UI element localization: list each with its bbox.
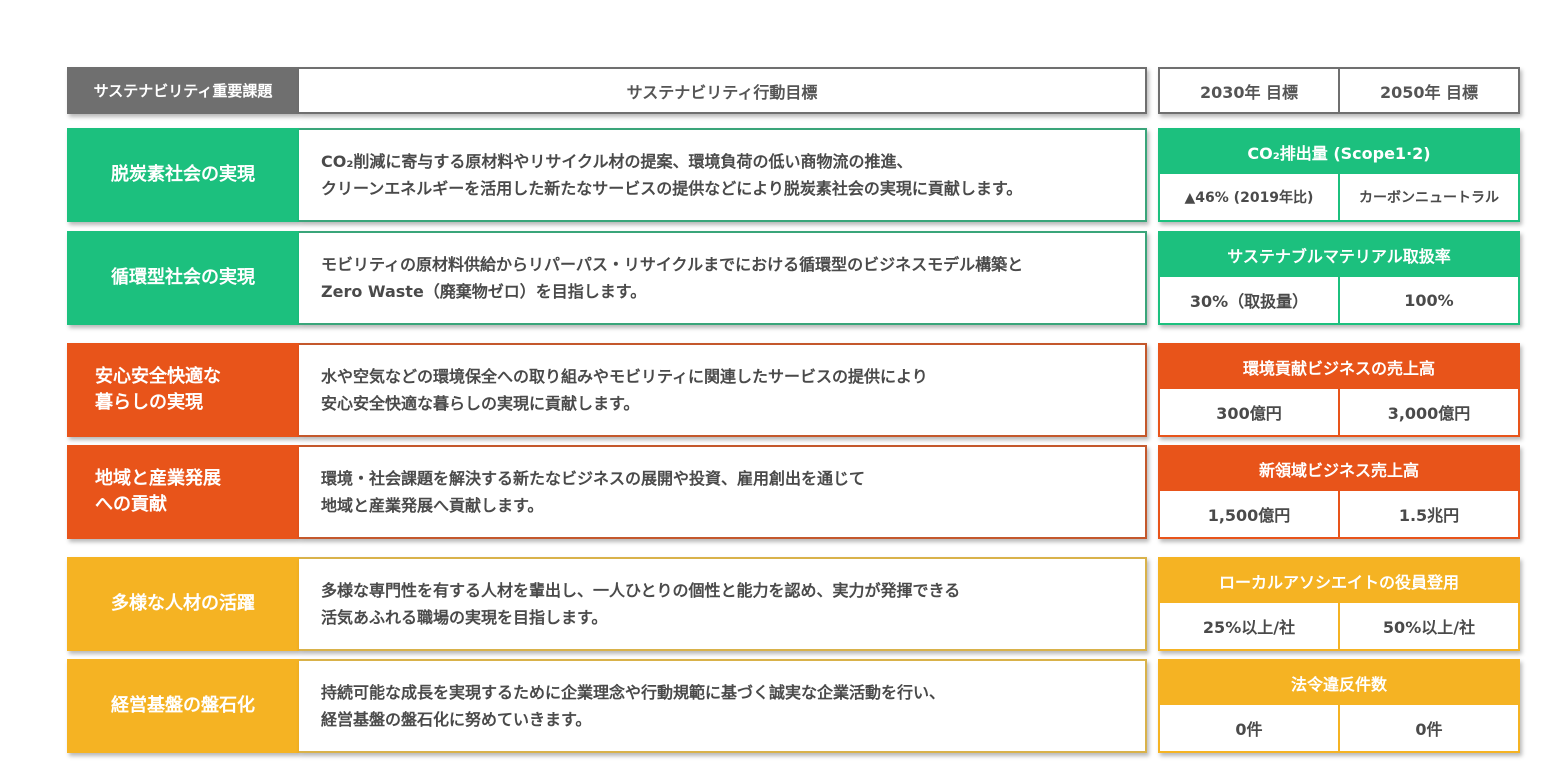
issue-label: 多様な人材の活躍 (67, 557, 299, 651)
header-target-2030: 2030年 目標 (1199, 82, 1299, 102)
description-line: 経営基盤の盤石化に努めていきます。 (321, 710, 592, 729)
issue-label: 安心安全快適な 暮らしの実現 (67, 343, 299, 437)
kpi-box: 環境貢献ビジネスの売上高 300億円 3,000億円 (1158, 343, 1520, 437)
kpi-box: サステナブルマテリアル取扱率 30%（取扱量） 100% (1158, 231, 1520, 325)
kpi-box: CO₂排出量 (Scope1·2) ▲46% (2019年比) カーボンニュートラル (1158, 128, 1520, 222)
action-description: 持続可能な成長を実現するために企業理念や行動規範に基づく誠実な企業活動を行い、経… (299, 659, 1147, 753)
kpi-values: 0件 0件 (1160, 705, 1518, 751)
description-line: 安心安全快適な暮らしの実現に貢献します。 (321, 394, 640, 413)
issue-label-line: 経営基盤の盤石化 (111, 695, 255, 716)
description-line: 持続可能な成長を実現するために企業理念や行動規範に基づく誠実な企業活動を行い、 (321, 683, 946, 702)
kpi-target-2050: 100% (1338, 277, 1518, 323)
issue-label-line: 循環型社会の実現 (111, 267, 255, 288)
kpi-target-2030: ▲46% (2019年比) (1184, 190, 1314, 206)
kpi-box: ローカルアソシエイトの役員登用 25%以上/社 50%以上/社 (1158, 557, 1520, 651)
description-line: 地域と産業発展へ貢献します。 (321, 496, 544, 515)
kpi-target-2050: 0件 (1338, 705, 1518, 751)
action-description: 環境・社会課題を解決する新たなビジネスの展開や投資、雇用創出を通じて 地域と産業発… (299, 445, 1147, 539)
kpi-values: 1,500億円 1.5兆円 (1160, 491, 1518, 537)
issue-label: 循環型社会の実現 (67, 231, 299, 325)
kpi-target-2030: 1,500億円 (1207, 506, 1291, 525)
issue-label-text: 地域と産業発展 への貢献 (95, 466, 221, 518)
description-line: 多様な専門性を有する人材を輩出し、一人ひとりの個性と能力を認め、実力が発揮できる (321, 581, 961, 600)
issue-label-line: への貢献 (95, 494, 167, 515)
issue-label-text: 経営基盤の盤石化 (111, 693, 255, 719)
kpi-title: ローカルアソシエイトの役員登用 (1160, 559, 1518, 603)
issue-label: 地域と産業発展 への貢献 (67, 445, 299, 539)
issue-label-text: 多様な人材の活躍 (111, 591, 255, 617)
issue-label: 脱炭素社会の実現 (67, 128, 299, 222)
issue-label-line: 安心安全快適な (95, 366, 221, 387)
description-line: CO₂削減に寄与する原材料やリサイクル材の提案、環境負荷の低い商物流の推進、 (321, 152, 913, 171)
description-line: Zero Waste（廃棄物ゼロ）を目指します。 (321, 282, 647, 301)
kpi-target-2030: 0件 (1235, 720, 1263, 739)
description-line: モビリティの原材料供給からリパーパス・リサイクルまでにおける循環型のビジネスモデ… (321, 255, 1024, 274)
kpi-values: 25%以上/社 50%以上/社 (1160, 603, 1518, 649)
issue-label-text: 脱炭素社会の実現 (111, 162, 255, 188)
action-description: CO₂削減に寄与する原材料やリサイクル材の提案、環境負荷の低い商物流の推進、クリ… (299, 128, 1147, 222)
action-description: モビリティの原材料供給からリパーパス・リサイクルまでにおける循環型のビジネスモデ… (299, 231, 1147, 325)
kpi-box: 新領域ビジネス売上高 1,500億円 1.5兆円 (1158, 445, 1520, 539)
action-description: 水や空気などの環境保全への取り組みやモビリティに関連したサービスの提供により 安心… (299, 343, 1147, 437)
issue-label-line: 多様な人材の活躍 (111, 593, 255, 614)
description-line: 活気あふれる職場の実現を目指します。 (321, 608, 608, 627)
kpi-target-2050: カーボンニュートラル (1338, 174, 1518, 220)
kpi-target-2050: 50%以上/社 (1338, 603, 1518, 649)
kpi-box: 法令違反件数 0件 0件 (1158, 659, 1520, 753)
issue-label-line: 暮らしの実現 (95, 392, 203, 413)
header-action-label: サステナビリティ行動目標 (299, 67, 1147, 114)
description-line: 環境・社会課題を解決する新たなビジネスの展開や投資、雇用創出を通じて (321, 469, 866, 488)
description-line: 水や空気などの環境保全への取り組みやモビリティに関連したサービスの提供により (321, 367, 928, 386)
issue-label-line: 脱炭素社会の実現 (111, 164, 255, 185)
kpi-title: 新領域ビジネス売上高 (1160, 447, 1518, 491)
kpi-title: サステナブルマテリアル取扱率 (1160, 233, 1518, 277)
description-line: クリーンエネルギーを活用した新たなサービスの提供などにより脱炭素社会の実現に貢献… (321, 179, 1023, 198)
issue-label-text: 安心安全快適な 暮らしの実現 (95, 364, 221, 416)
issue-label-text: 循環型社会の実現 (111, 265, 255, 291)
header-issue-label: サステナビリティ重要課題 (67, 67, 299, 114)
header-targets: 2030年 目標 2050年 目標 (1158, 67, 1520, 114)
issue-label: 経営基盤の盤石化 (67, 659, 299, 753)
kpi-title: 法令違反件数 (1160, 661, 1518, 705)
kpi-title: CO₂排出量 (Scope1·2) (1160, 130, 1518, 174)
kpi-values: 30%（取扱量） 100% (1160, 277, 1518, 323)
kpi-target-2030: 30%（取扱量） (1189, 292, 1309, 311)
kpi-values: 300億円 3,000億円 (1160, 389, 1518, 435)
issue-label-line: 地域と産業発展 (95, 468, 221, 489)
kpi-target-2030: 25%以上/社 (1202, 618, 1296, 637)
kpi-target-2030: 300億円 (1216, 404, 1282, 423)
kpi-values: ▲46% (2019年比) カーボンニュートラル (1160, 174, 1518, 220)
header-target-2050: 2050年 目標 (1338, 69, 1518, 112)
action-description: 多様な専門性を有する人材を輩出し、一人ひとりの個性と能力を認め、実力が発揮できる… (299, 557, 1147, 651)
kpi-target-2050: 1.5兆円 (1338, 491, 1518, 537)
kpi-title: 環境貢献ビジネスの売上高 (1160, 345, 1518, 389)
kpi-target-2050: 3,000億円 (1338, 389, 1518, 435)
